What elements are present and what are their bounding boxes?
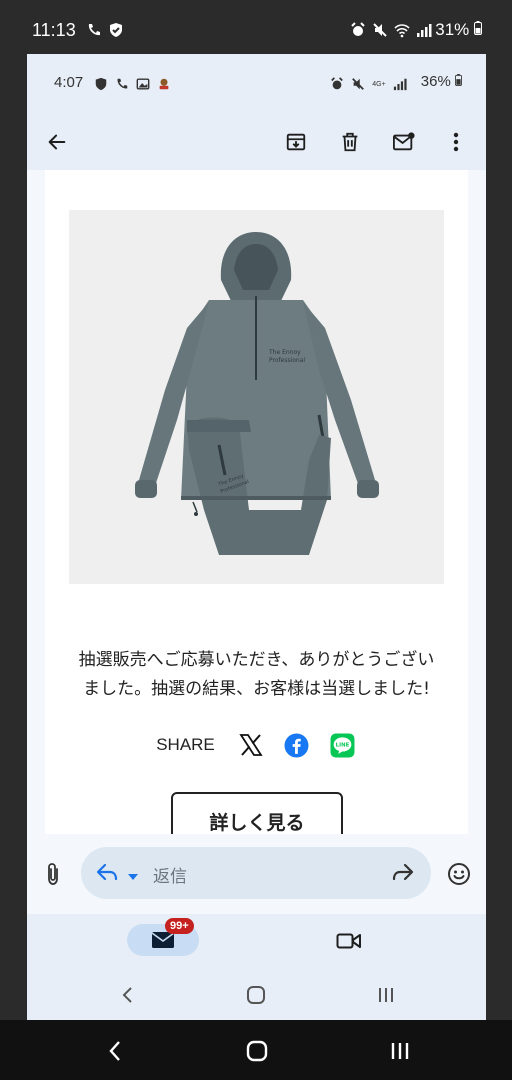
back-button[interactable] bbox=[39, 124, 75, 160]
attach-button[interactable] bbox=[37, 858, 69, 890]
back-icon bbox=[48, 134, 66, 150]
recents-icon bbox=[379, 988, 393, 1002]
network-4g-icon: 4G+ bbox=[371, 76, 387, 92]
message-line-2: ました。抽選の結果、お客様は当選しました! bbox=[83, 679, 430, 699]
outer-clock: 11:13 bbox=[32, 20, 76, 40]
emoji-button[interactable] bbox=[443, 858, 475, 890]
battery-icon bbox=[474, 21, 482, 35]
signal-icon bbox=[392, 76, 408, 92]
call-icon bbox=[86, 22, 102, 38]
facebook-icon bbox=[284, 733, 309, 757]
outer-battery-level: 31% bbox=[435, 20, 470, 39]
reply-bar: 返信 bbox=[27, 834, 486, 914]
wifi-icon bbox=[394, 22, 410, 38]
home-button[interactable] bbox=[240, 1034, 274, 1068]
archive-icon bbox=[286, 133, 306, 151]
reply-field[interactable]: 返信 bbox=[81, 847, 431, 899]
forward-icon[interactable] bbox=[391, 861, 415, 887]
archive-button[interactable] bbox=[278, 124, 314, 160]
paperclip-icon bbox=[48, 863, 58, 885]
email-message: 抽選販売へご応募いただき、ありがとうござい ました。抽選の結果、お客様は当選しま… bbox=[45, 646, 468, 704]
mute-icon bbox=[350, 76, 366, 92]
line-share-button[interactable]: LINE bbox=[329, 731, 357, 759]
back-button[interactable] bbox=[98, 1034, 132, 1068]
app-notification-icon bbox=[156, 76, 172, 92]
mark-unread-button[interactable] bbox=[386, 124, 422, 160]
shield-icon bbox=[108, 22, 124, 38]
inner-status-bar: 4:07 4G+ 36% bbox=[27, 54, 486, 114]
reply-placeholder: 返信 bbox=[153, 867, 187, 887]
email-body: The Ennoy Professional The Ennoy Profess… bbox=[45, 170, 468, 834]
line-icon: LINE bbox=[330, 733, 355, 757]
mute-icon bbox=[372, 22, 388, 38]
share-row: SHARE LINE bbox=[45, 728, 468, 762]
inner-recents-button[interactable] bbox=[371, 980, 401, 1010]
recents-icon bbox=[391, 1043, 409, 1059]
home-icon bbox=[247, 986, 265, 1004]
emoji-icon bbox=[448, 863, 470, 885]
chest-print-line1: The Ennoy bbox=[268, 349, 301, 356]
line-logo-text: LINE bbox=[336, 742, 350, 748]
product-image: The Ennoy Professional The Ennoy Profess… bbox=[69, 210, 444, 584]
inner-battery: 36% bbox=[421, 73, 462, 90]
message-line-1: 抽選販売へご応募いただき、ありがとうござい bbox=[78, 650, 435, 670]
inner-clock: 4:07 bbox=[54, 74, 84, 91]
mark-unread-icon bbox=[393, 132, 415, 151]
unread-badge: 99+ bbox=[165, 918, 194, 934]
signal-icon bbox=[416, 22, 432, 38]
more-options-button[interactable] bbox=[438, 124, 474, 160]
outer-navigation-bar bbox=[0, 1020, 512, 1080]
inner-back-button[interactable] bbox=[113, 980, 143, 1010]
chest-print-line2: Professional bbox=[269, 357, 305, 364]
shield-icon bbox=[93, 76, 109, 92]
view-details-button[interactable]: 詳しく見る bbox=[171, 792, 343, 834]
outer-battery: 31% bbox=[435, 20, 482, 40]
home-icon bbox=[246, 1040, 268, 1062]
call-icon bbox=[114, 76, 130, 92]
more-icon bbox=[453, 132, 459, 152]
x-icon bbox=[239, 734, 263, 756]
x-share-button[interactable] bbox=[237, 731, 265, 759]
gallery-icon bbox=[135, 76, 151, 92]
gmail-screen: 4:07 4G+ 36% The Ennoy Professional The … bbox=[27, 54, 486, 1020]
alarm-icon bbox=[329, 76, 345, 92]
facebook-share-button[interactable] bbox=[283, 731, 311, 759]
video-icon bbox=[336, 933, 361, 949]
email-toolbar bbox=[27, 114, 486, 170]
alarm-icon bbox=[350, 22, 366, 38]
inner-home-button[interactable] bbox=[241, 980, 271, 1010]
meet-tab[interactable] bbox=[333, 928, 365, 954]
chevron-left-icon bbox=[122, 987, 132, 1003]
network-type: 4G+ bbox=[372, 80, 386, 88]
battery-icon bbox=[455, 74, 462, 86]
chevron-left-icon bbox=[109, 1041, 120, 1061]
share-label: SHARE bbox=[156, 735, 215, 754]
trash-icon bbox=[342, 132, 358, 152]
recents-button[interactable] bbox=[383, 1034, 417, 1068]
bottom-navigation: 99+ bbox=[27, 914, 486, 1020]
delete-button[interactable] bbox=[332, 124, 368, 160]
outer-status-bar: 11:13 31% bbox=[0, 0, 512, 54]
inner-battery-level: 36% bbox=[420, 73, 451, 90]
reply-icon[interactable] bbox=[95, 861, 119, 887]
reply-dropdown-icon[interactable] bbox=[127, 867, 139, 886]
